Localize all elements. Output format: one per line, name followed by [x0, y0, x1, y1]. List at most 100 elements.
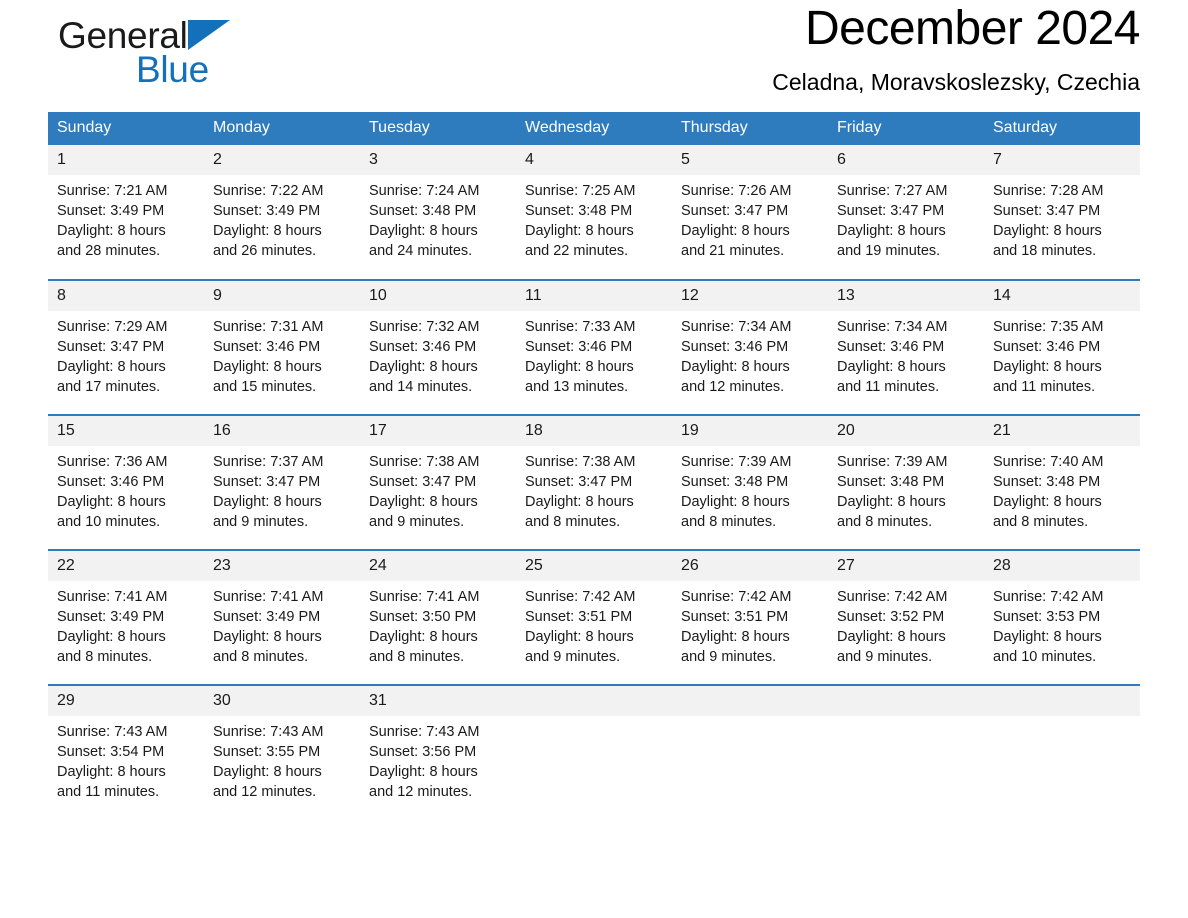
- weekday-header-tuesday: Tuesday: [360, 112, 516, 145]
- day-number: 3: [360, 145, 516, 175]
- day-sunset-text: Sunset: 3:48 PM: [837, 474, 945, 490]
- day-sunset-text: Sunset: 3:46 PM: [681, 339, 789, 355]
- day-daylight-line2-text: and 8 minutes.: [681, 514, 777, 530]
- day-details: Sunrise: 7:27 AM Sunset: 3:47 PM Daylight:…: [828, 175, 984, 261]
- calendar-day-cell[interactable]: 22 Sunrise: 7:41 AM Sunset: 3:49 PM Dayligh…: [48, 549, 204, 685]
- calendar-day-cell-empty: [672, 684, 828, 820]
- day-daylight-line1-text: Daylight: 8 hours: [837, 359, 946, 375]
- calendar-day-cell[interactable]: 23 Sunrise: 7:41 AM Sunset: 3:49 PM Dayligh…: [204, 549, 360, 685]
- calendar-day-cell[interactable]: 13 Sunrise: 7:34 AM Sunset: 3:46 PM Dayligh…: [828, 279, 984, 415]
- day-number: 23: [204, 551, 360, 581]
- day-number: 1: [48, 145, 204, 175]
- day-number: 14: [984, 281, 1140, 311]
- page-header: General Blue December 2024 Celadna, Mora…: [48, 0, 1141, 108]
- calendar-day-cell[interactable]: 18 Sunrise: 7:38 AM Sunset: 3:47 PM Dayligh…: [516, 414, 672, 550]
- day-number: 31: [360, 686, 516, 716]
- day-details: [828, 716, 984, 722]
- day-daylight-line1-text: Daylight: 8 hours: [57, 223, 166, 239]
- day-daylight-line2-text: and 8 minutes.: [369, 649, 465, 665]
- day-details: Sunrise: 7:38 AM Sunset: 3:47 PM Daylight:…: [360, 446, 516, 532]
- calendar-day-cell[interactable]: 7 Sunrise: 7:28 AM Sunset: 3:47 PM Daylight…: [984, 145, 1140, 280]
- calendar-day-cell[interactable]: 12 Sunrise: 7:34 AM Sunset: 3:46 PM Dayligh…: [672, 279, 828, 415]
- calendar-week-row: 29 Sunrise: 7:43 AM Sunset: 3:54 PM Dayligh…: [48, 684, 1140, 820]
- day-details: Sunrise: 7:35 AM Sunset: 3:46 PM Daylight:…: [984, 311, 1140, 397]
- day-number: 19: [672, 416, 828, 446]
- day-sunrise-text: Sunrise: 7:32 AM: [369, 319, 480, 335]
- calendar-day-cell[interactable]: 17 Sunrise: 7:38 AM Sunset: 3:47 PM Dayligh…: [360, 414, 516, 550]
- calendar-day-cell[interactable]: 30 Sunrise: 7:43 AM Sunset: 3:55 PM Dayligh…: [204, 684, 360, 820]
- day-daylight-line2-text: and 18 minutes.: [993, 243, 1097, 259]
- day-details: Sunrise: 7:25 AM Sunset: 3:48 PM Daylight:…: [516, 175, 672, 261]
- calendar-day-cell[interactable]: 5 Sunrise: 7:26 AM Sunset: 3:47 PM Daylight…: [672, 145, 828, 280]
- calendar-day-cell[interactable]: 24 Sunrise: 7:41 AM Sunset: 3:50 PM Dayligh…: [360, 549, 516, 685]
- day-sunset-text: Sunset: 3:46 PM: [57, 474, 165, 490]
- day-daylight-line2-text: and 14 minutes.: [369, 379, 473, 395]
- day-daylight-line1-text: Daylight: 8 hours: [681, 494, 790, 510]
- day-details: Sunrise: 7:41 AM Sunset: 3:49 PM Daylight:…: [48, 581, 204, 667]
- calendar-day-cell[interactable]: 8 Sunrise: 7:29 AM Sunset: 3:47 PM Daylight…: [48, 279, 204, 415]
- day-daylight-line2-text: and 8 minutes.: [993, 514, 1089, 530]
- day-details: Sunrise: 7:36 AM Sunset: 3:46 PM Daylight:…: [48, 446, 204, 532]
- day-daylight-line2-text: and 17 minutes.: [57, 379, 161, 395]
- day-number: 24: [360, 551, 516, 581]
- calendar-day-cell[interactable]: 2 Sunrise: 7:22 AM Sunset: 3:49 PM Daylight…: [204, 145, 360, 280]
- calendar-day-cell[interactable]: 28 Sunrise: 7:42 AM Sunset: 3:53 PM Dayligh…: [984, 549, 1140, 685]
- day-sunset-text: Sunset: 3:49 PM: [57, 609, 165, 625]
- day-daylight-line1-text: Daylight: 8 hours: [525, 223, 634, 239]
- day-daylight-line1-text: Daylight: 8 hours: [369, 359, 478, 375]
- calendar-day-cell[interactable]: 4 Sunrise: 7:25 AM Sunset: 3:48 PM Daylight…: [516, 145, 672, 280]
- calendar-day-cell[interactable]: 11 Sunrise: 7:33 AM Sunset: 3:46 PM Dayligh…: [516, 279, 672, 415]
- calendar-day-cell-empty: [516, 684, 672, 820]
- day-number: 28: [984, 551, 1140, 581]
- day-sunrise-text: Sunrise: 7:42 AM: [837, 589, 948, 605]
- calendar-week-row: 22 Sunrise: 7:41 AM Sunset: 3:49 PM Dayligh…: [48, 549, 1140, 685]
- day-details: Sunrise: 7:26 AM Sunset: 3:47 PM Daylight:…: [672, 175, 828, 261]
- calendar-day-cell[interactable]: 31 Sunrise: 7:43 AM Sunset: 3:56 PM Dayligh…: [360, 684, 516, 820]
- day-daylight-line1-text: Daylight: 8 hours: [681, 629, 790, 645]
- day-number: 18: [516, 416, 672, 446]
- day-number: 8: [48, 281, 204, 311]
- calendar-day-cell[interactable]: 15 Sunrise: 7:36 AM Sunset: 3:46 PM Dayligh…: [48, 414, 204, 550]
- day-daylight-line2-text: and 15 minutes.: [213, 379, 317, 395]
- day-sunset-text: Sunset: 3:52 PM: [837, 609, 945, 625]
- day-number: [672, 686, 828, 716]
- page-title: December 2024: [804, 2, 1141, 55]
- calendar-day-cell[interactable]: 16 Sunrise: 7:37 AM Sunset: 3:47 PM Dayligh…: [204, 414, 360, 550]
- location-subtitle: Celadna, Moravskoslezsky, Czechia: [772, 69, 1140, 95]
- calendar-day-cell[interactable]: 29 Sunrise: 7:43 AM Sunset: 3:54 PM Dayligh…: [48, 684, 204, 820]
- day-daylight-line2-text: and 19 minutes.: [837, 243, 941, 259]
- calendar-day-cell[interactable]: 26 Sunrise: 7:42 AM Sunset: 3:51 PM Dayligh…: [672, 549, 828, 685]
- calendar-day-cell[interactable]: 3 Sunrise: 7:24 AM Sunset: 3:48 PM Daylight…: [360, 145, 516, 280]
- calendar-day-cell[interactable]: 10 Sunrise: 7:32 AM Sunset: 3:46 PM Dayligh…: [360, 279, 516, 415]
- calendar-day-cell[interactable]: 6 Sunrise: 7:27 AM Sunset: 3:47 PM Daylight…: [828, 145, 984, 280]
- calendar-day-cell[interactable]: 21 Sunrise: 7:40 AM Sunset: 3:48 PM Dayligh…: [984, 414, 1140, 550]
- calendar-day-cell-empty: [984, 684, 1140, 820]
- calendar-day-cell[interactable]: 19 Sunrise: 7:39 AM Sunset: 3:48 PM Dayligh…: [672, 414, 828, 550]
- day-details: Sunrise: 7:43 AM Sunset: 3:54 PM Daylight:…: [48, 716, 204, 802]
- day-daylight-line1-text: Daylight: 8 hours: [525, 359, 634, 375]
- day-number: 26: [672, 551, 828, 581]
- generalblue-logo[interactable]: General Blue: [58, 16, 318, 100]
- day-number: 4: [516, 145, 672, 175]
- calendar-page: General Blue December 2024 Celadna, Mora…: [0, 0, 1188, 918]
- day-sunset-text: Sunset: 3:48 PM: [525, 203, 633, 219]
- calendar-day-cell[interactable]: 25 Sunrise: 7:42 AM Sunset: 3:51 PM Dayligh…: [516, 549, 672, 685]
- calendar-day-cell[interactable]: 1 Sunrise: 7:21 AM Sunset: 3:49 PM Daylight…: [48, 145, 204, 280]
- day-number: 30: [204, 686, 360, 716]
- day-number: 21: [984, 416, 1140, 446]
- calendar-day-cell[interactable]: 14 Sunrise: 7:35 AM Sunset: 3:46 PM Dayligh…: [984, 279, 1140, 415]
- calendar-day-cell[interactable]: 9 Sunrise: 7:31 AM Sunset: 3:46 PM Daylight…: [204, 279, 360, 415]
- day-daylight-line1-text: Daylight: 8 hours: [837, 223, 946, 239]
- day-daylight-line1-text: Daylight: 8 hours: [57, 494, 166, 510]
- calendar-table: Sunday Monday Tuesday Wednesday Thursday…: [48, 112, 1140, 820]
- day-details: Sunrise: 7:43 AM Sunset: 3:55 PM Daylight:…: [204, 716, 360, 802]
- day-details: Sunrise: 7:32 AM Sunset: 3:46 PM Daylight:…: [360, 311, 516, 397]
- calendar-day-cell[interactable]: 27 Sunrise: 7:42 AM Sunset: 3:52 PM Dayligh…: [828, 549, 984, 685]
- day-daylight-line2-text: and 10 minutes.: [57, 514, 161, 530]
- calendar-day-cell[interactable]: 20 Sunrise: 7:39 AM Sunset: 3:48 PM Dayligh…: [828, 414, 984, 550]
- day-daylight-line1-text: Daylight: 8 hours: [57, 359, 166, 375]
- day-number: 10: [360, 281, 516, 311]
- day-details: Sunrise: 7:33 AM Sunset: 3:46 PM Daylight:…: [516, 311, 672, 397]
- day-sunrise-text: Sunrise: 7:41 AM: [369, 589, 480, 605]
- day-number: 7: [984, 145, 1140, 175]
